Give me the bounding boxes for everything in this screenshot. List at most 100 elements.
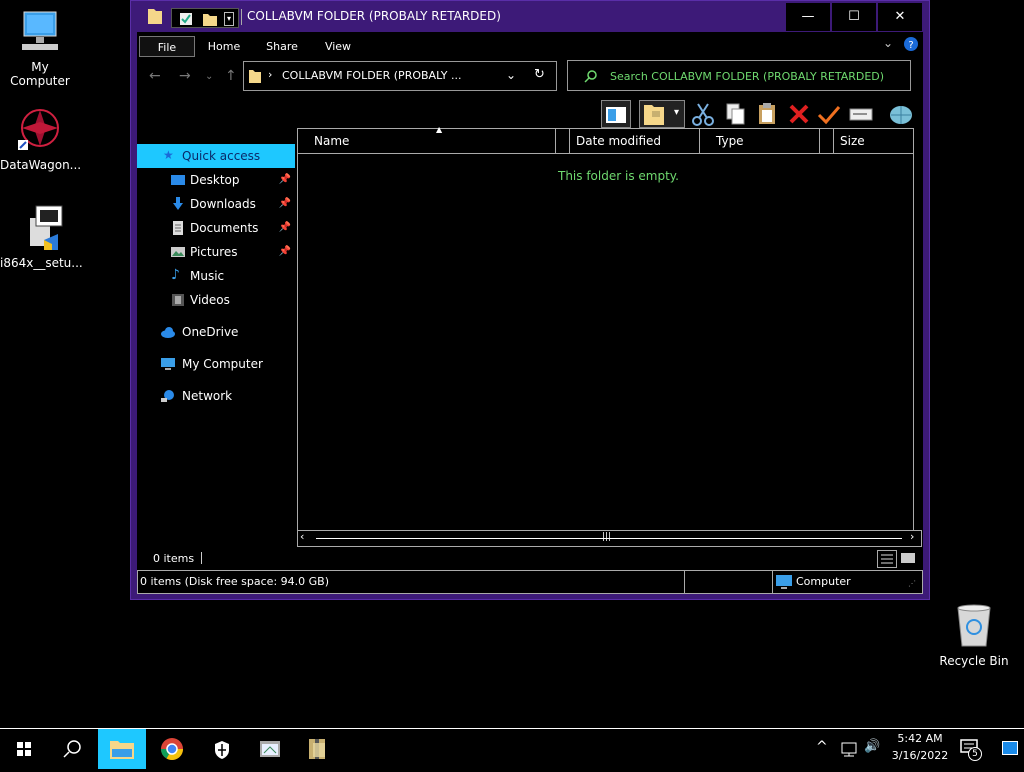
film-icon <box>172 294 184 306</box>
ribbon-expand-icon[interactable]: ⌄ <box>883 36 893 50</box>
sidebar-item-network[interactable]: Network <box>137 384 295 408</box>
cut-icon[interactable] <box>689 100 717 128</box>
navigation-pane: ★ Quick access Desktop 📌 Downloads 📌 Doc… <box>137 128 297 568</box>
taskbar-security[interactable] <box>198 729 246 769</box>
sidebar-item-documents[interactable]: Documents 📌 <box>137 216 295 240</box>
music-note-icon: ♪ <box>171 267 180 283</box>
help-icon[interactable]: ? <box>903 36 919 52</box>
breadcrumb-separator: › <box>268 68 273 81</box>
sidebar-item-label: Downloads <box>190 197 256 211</box>
star-icon: ★ <box>163 148 174 162</box>
sidebar-item-music[interactable]: ♪ Music <box>137 264 295 288</box>
column-header-size[interactable]: Size <box>834 129 914 153</box>
status-location: Computer <box>796 575 851 588</box>
clock-time: 5:42 AM <box>897 732 943 745</box>
sidebar-item-onedrive[interactable]: OneDrive <box>137 320 295 344</box>
customize-toolbar-dropdown[interactable]: ▾ <box>224 12 234 26</box>
window-app-icon <box>260 741 280 757</box>
taskbar-app-window[interactable] <box>246 729 294 769</box>
tab-view[interactable]: View <box>313 36 363 57</box>
network-tray-icon[interactable] <box>840 741 858 757</box>
scroll-grip-icon: ||| <box>602 532 612 542</box>
maximize-button[interactable]: ☐ <box>832 3 876 31</box>
archive-icon <box>309 739 325 759</box>
sidebar-item-my-computer[interactable]: My Computer <box>137 352 295 376</box>
installer-icon <box>16 204 64 252</box>
title-bar[interactable]: ▾ COLLABVM FOLDER (PROBALY RETARDED) — ☐… <box>131 1 929 32</box>
start-button[interactable] <box>0 729 48 769</box>
show-hidden-icons-chevron[interactable]: ^ <box>816 739 828 755</box>
sidebar-item-label: Music <box>190 269 225 283</box>
pin-icon: 📌 <box>278 198 291 209</box>
properties-icon[interactable] <box>178 11 194 27</box>
sidebar-item-quick-access[interactable]: ★ Quick access <box>137 144 295 168</box>
chevron-down-icon: ▾ <box>674 107 680 118</box>
up-button[interactable]: ↑ <box>225 68 237 84</box>
address-dropdown-icon[interactable]: ⌄ <box>506 68 516 82</box>
tab-file[interactable]: File <box>139 36 195 57</box>
sidebar-item-videos[interactable]: Videos <box>137 288 295 312</box>
forward-button[interactable]: → <box>179 68 191 84</box>
column-header-name[interactable]: Name <box>298 129 556 153</box>
desktop-icon-label: Recycle Bin <box>939 654 1009 668</box>
tab-home[interactable]: Home <box>199 36 249 57</box>
chrome-icon <box>161 738 183 760</box>
globe-icon[interactable] <box>887 100 915 128</box>
pin-icon: 📌 <box>278 222 291 233</box>
views-button[interactable]: ▾ <box>639 100 685 128</box>
recycle-bin-icon <box>950 602 998 650</box>
desktop-icon-recycle-bin[interactable]: Recycle Bin <box>934 602 1014 668</box>
search-box[interactable]: Search COLLABVM FOLDER (PROBALY RETARDED… <box>567 60 911 91</box>
checkmark-icon[interactable] <box>815 100 843 128</box>
desktop-icon-label: i864x__setu... <box>0 256 83 270</box>
pin-icon: 📌 <box>278 174 291 185</box>
sidebar-item-label: Videos <box>190 293 230 307</box>
search-button[interactable] <box>48 729 96 769</box>
delete-icon[interactable] <box>785 100 813 128</box>
sidebar-item-downloads[interactable]: Downloads 📌 <box>137 192 295 216</box>
file-list[interactable]: ▲ Name Date modified Type Size This fold… <box>297 125 914 545</box>
desktop-icon-datawagon[interactable]: DataWagon... <box>0 106 81 172</box>
sidebar-item-pictures[interactable]: Pictures 📌 <box>137 240 295 264</box>
sidebar-item-label: Desktop <box>190 173 240 187</box>
column-header-type[interactable]: Type <box>700 129 820 153</box>
rename-icon[interactable] <box>847 100 875 128</box>
svg-text:?: ? <box>908 40 913 51</box>
refresh-icon[interactable]: ↻ <box>534 67 545 82</box>
search-icon <box>63 740 81 758</box>
recent-locations-dropdown[interactable]: ⌄ <box>205 71 213 82</box>
clock-date: 3/16/2022 <box>891 749 949 762</box>
window-content: File Home Share View ⌄ ? ← → ⌄ ↑ › COLLA… <box>137 32 923 594</box>
volume-icon[interactable]: 🔊 <box>864 739 880 754</box>
close-button[interactable]: ✕ <box>878 3 922 31</box>
column-header-date-modified[interactable]: Date modified <box>570 129 700 153</box>
status-bar: 0 items (Disk free space: 94.0 GB) Compu… <box>137 570 923 594</box>
show-desktop-button[interactable] <box>1002 741 1018 755</box>
taskbar-archive[interactable] <box>294 729 342 769</box>
large-icons-view-button[interactable] <box>899 550 917 568</box>
back-button[interactable]: ← <box>149 68 161 84</box>
computer-icon <box>776 575 792 589</box>
taskbar-chrome[interactable] <box>148 729 196 769</box>
notification-center-button[interactable]: 5 <box>958 737 982 761</box>
clock[interactable]: 5:42 AM 3/16/2022 <box>890 732 950 762</box>
preview-pane-button[interactable] <box>601 100 631 128</box>
search-input[interactable]: Search COLLABVM FOLDER (PROBALY RETARDED… <box>610 70 884 83</box>
tab-share[interactable]: Share <box>257 36 307 57</box>
sidebar-item-desktop[interactable]: Desktop 📌 <box>137 168 295 192</box>
address-path[interactable]: COLLABVM FOLDER (PROBALY ... <box>282 69 461 82</box>
taskbar-file-explorer[interactable] <box>98 729 146 769</box>
details-view-button[interactable] <box>877 550 897 568</box>
scroll-left-icon[interactable]: ‹ <box>300 530 304 543</box>
desktop-icon-my-computer[interactable]: My Computer <box>0 8 80 88</box>
desktop-icon-setup[interactable]: i864x__setu... <box>0 204 83 270</box>
address-bar[interactable]: › COLLABVM FOLDER (PROBALY ... ⌄ ↻ <box>243 61 557 91</box>
new-folder-icon[interactable] <box>202 11 218 27</box>
resize-grip-icon[interactable]: ⋰ <box>908 579 916 588</box>
copy-icon[interactable] <box>721 100 749 128</box>
horizontal-scrollbar[interactable]: ‹ ||| › <box>297 530 922 547</box>
minimize-button[interactable]: — <box>786 3 830 31</box>
paste-icon[interactable] <box>753 100 781 128</box>
scroll-right-icon[interactable]: › <box>910 530 914 543</box>
folder-icon <box>148 9 162 24</box>
